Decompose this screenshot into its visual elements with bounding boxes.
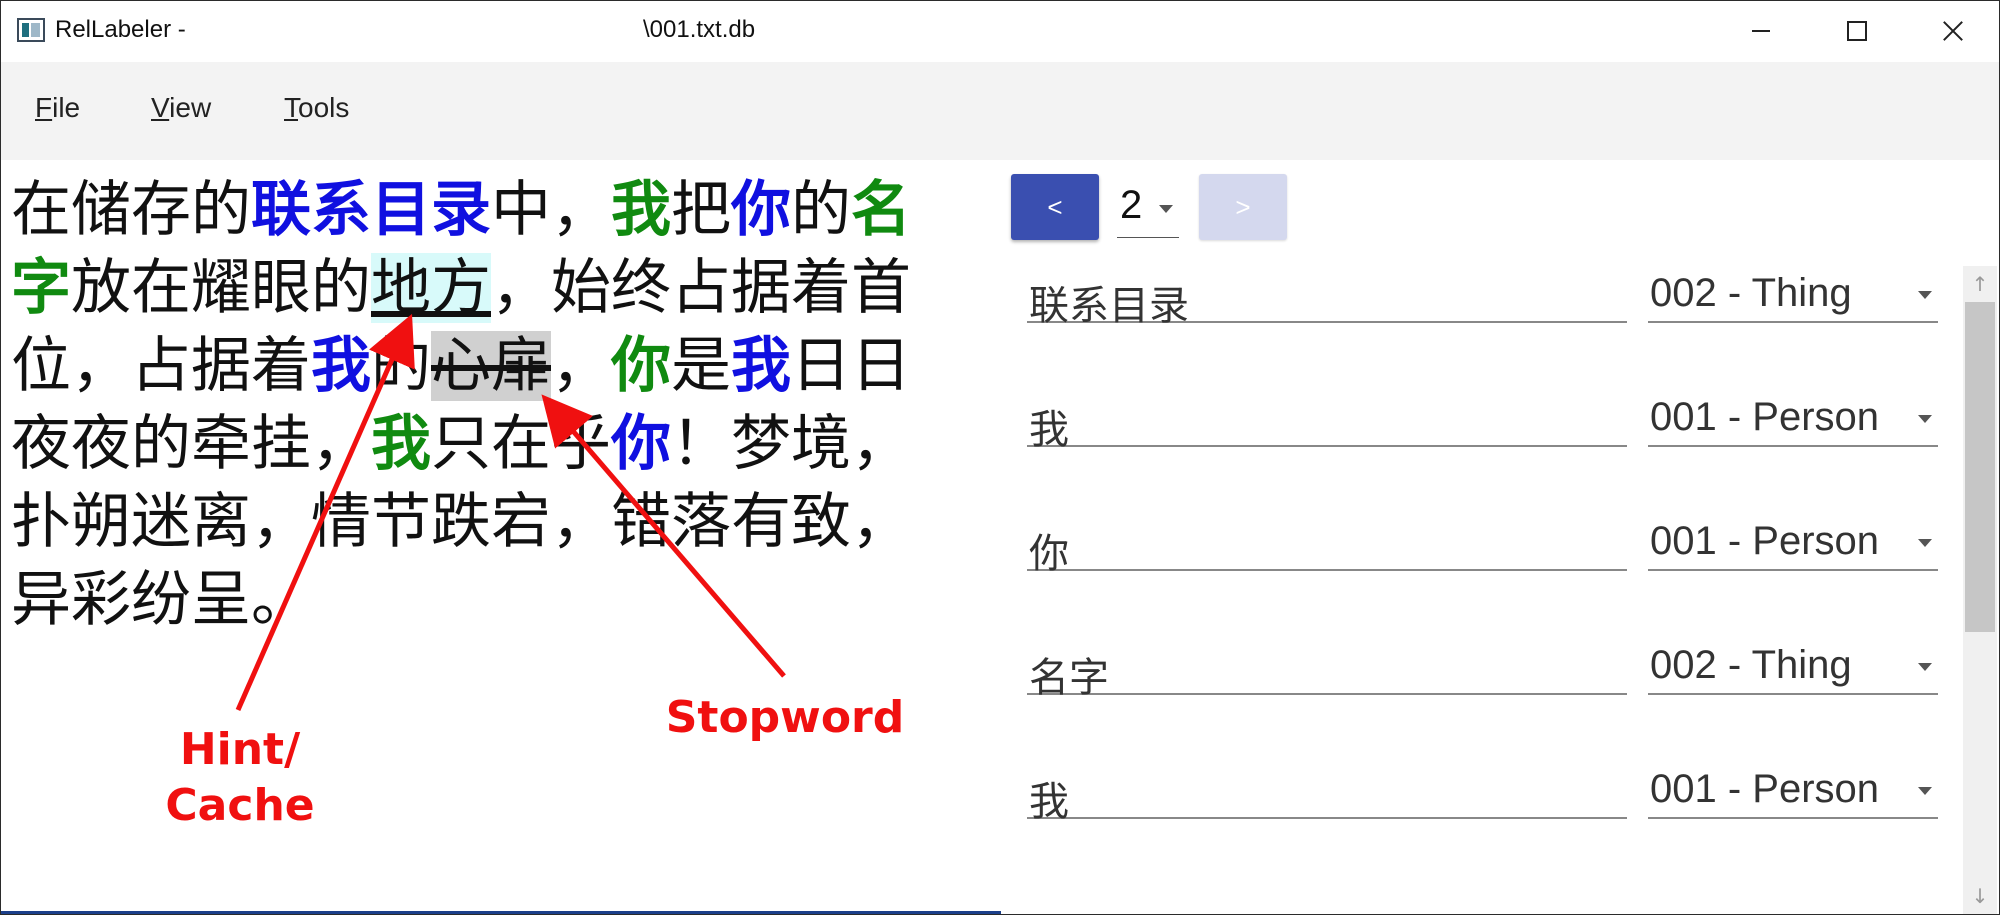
entity-type: 001 - Person [1650, 395, 1880, 439]
entity-type: 001 - Person [1650, 767, 1880, 811]
menu-tools[interactable]: Tools [284, 92, 349, 124]
text-span: 是 [671, 331, 731, 401]
entity-type-select[interactable]: 001 - Person [1648, 757, 1938, 819]
entity-span[interactable]: 我 [311, 331, 371, 401]
prev-button[interactable]: < [1011, 174, 1099, 240]
annotation-panel: < 2 > 联系目录 002 - Thing 我 001 - Person 你 … [1001, 161, 1999, 914]
menu-file[interactable]: File [35, 92, 80, 124]
menu-view[interactable]: View [151, 92, 211, 124]
app-icon [17, 18, 45, 42]
scroll-down-arrow-icon[interactable]: ↓ [1963, 878, 1997, 914]
entity-list: 联系目录 002 - Thing 我 001 - Person 你 001 - … [1001, 261, 1961, 914]
entity-row: 名字 002 - Thing [1001, 633, 1961, 743]
menu-view-mnemonic: V [151, 92, 170, 123]
entity-type: 002 - Thing [1650, 643, 1852, 687]
text-span: 的 [371, 331, 431, 401]
labeled-text[interactable]: 在储存的联系目录中，我把你的名字放在耀眼的地方，始终占据着首位，占据着我的心扉，… [11, 171, 951, 639]
chevron-down-icon [1918, 663, 1932, 671]
scroll-thumb[interactable] [1965, 302, 1995, 632]
text-span: 放在耀眼的 [71, 253, 371, 323]
entity-word-field[interactable]: 联系目录 [1027, 261, 1627, 329]
hint-cache-label: Hint/ Cache [165, 724, 315, 831]
scroll-up-arrow-icon[interactable]: ↑ [1963, 266, 1997, 302]
entity-row: 我 001 - Person [1001, 757, 1961, 867]
entity-word-field[interactable]: 我 [1027, 757, 1627, 825]
entity-word-field[interactable]: 名字 [1027, 633, 1627, 701]
minimize-button[interactable] [1715, 1, 1807, 61]
stopword-span[interactable]: 心扉 [431, 331, 551, 401]
entity-word: 我 [1029, 779, 1069, 825]
entity-type-select[interactable]: 001 - Person [1648, 509, 1938, 571]
entity-row: 你 001 - Person [1001, 509, 1961, 619]
entity-span[interactable]: 我 [611, 175, 671, 245]
chevron-down-icon [1918, 787, 1932, 795]
maximize-button[interactable] [1811, 1, 1903, 61]
minimize-icon [1752, 30, 1770, 32]
menu-file-mnemonic: F [35, 92, 53, 123]
entity-span[interactable]: 你 [731, 175, 791, 245]
chevron-down-icon [1159, 205, 1173, 213]
text-span: ， [551, 331, 611, 401]
vertical-scrollbar[interactable]: ↑ ↓ [1963, 266, 1997, 914]
app-title: RelLabeler - [55, 16, 186, 43]
next-button[interactable]: > [1199, 174, 1287, 240]
hint-span[interactable]: 地方 [371, 253, 491, 323]
entity-row: 联系目录 002 - Thing [1001, 261, 1961, 371]
entity-word: 名字 [1029, 655, 1109, 701]
close-icon [1942, 20, 1964, 42]
entity-word: 联系目录 [1029, 283, 1189, 329]
title-bar: RelLabeler - \001.txt.db [1, 1, 1999, 61]
entity-type: 002 - Thing [1650, 271, 1852, 315]
entity-type-select[interactable]: 002 - Thing [1648, 261, 1938, 323]
chevron-down-icon [1918, 539, 1932, 547]
page-select[interactable]: 2 [1117, 179, 1179, 238]
text-span: 中， [491, 175, 611, 245]
entity-word-field[interactable]: 我 [1027, 385, 1627, 453]
menu-tools-mnemonic: T [284, 92, 298, 123]
entity-type: 001 - Person [1650, 519, 1880, 563]
entity-type-select[interactable]: 002 - Thing [1648, 633, 1938, 695]
close-button[interactable] [1907, 1, 1999, 61]
menu-view-label: iew [169, 92, 212, 123]
text-span: 的 [791, 175, 851, 245]
entity-span[interactable]: 联系目录 [251, 175, 491, 245]
chevron-down-icon [1918, 415, 1932, 423]
menu-bar: File View Tools [1, 62, 1999, 160]
entity-span[interactable]: 我 [731, 331, 791, 401]
entity-span[interactable]: 你 [611, 409, 671, 479]
entity-span[interactable]: 我 [371, 409, 431, 479]
text-span: 只在乎 [431, 409, 611, 479]
page-number: 2 [1120, 183, 1143, 227]
entity-word-field[interactable]: 你 [1027, 509, 1627, 577]
maximize-icon [1847, 21, 1867, 41]
chevron-down-icon [1918, 291, 1932, 299]
panel-divider [1, 911, 1001, 914]
entity-type-select[interactable]: 001 - Person [1648, 385, 1938, 447]
entity-word: 我 [1029, 407, 1069, 453]
entity-row: 我 001 - Person [1001, 385, 1961, 495]
text-span: 在储存的 [11, 175, 251, 245]
entity-word: 你 [1029, 531, 1069, 577]
text-span: 把 [671, 175, 731, 245]
menu-file-label: ile [52, 92, 81, 123]
file-path: \001.txt.db [643, 16, 756, 43]
entity-span[interactable]: 你 [611, 331, 671, 401]
stopword-label: Stopword [665, 692, 905, 743]
menu-tools-label: ools [298, 92, 350, 123]
